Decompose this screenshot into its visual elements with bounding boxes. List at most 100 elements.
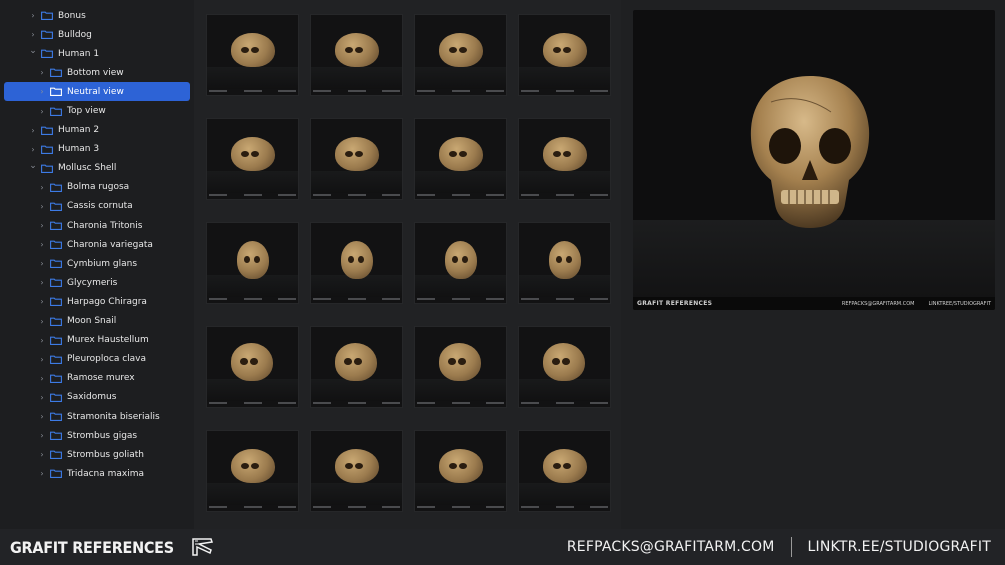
folder-icon: [41, 49, 53, 59]
folder-icon: [50, 183, 62, 192]
tree-item[interactable]: › Stramonita biserialis: [0, 407, 194, 426]
thumbnail[interactable]: [310, 326, 403, 408]
thumbnail[interactable]: [206, 14, 299, 96]
chevron-right-icon[interactable]: ›: [28, 11, 38, 20]
thumbnail-caption: [417, 401, 504, 406]
thumbnail[interactable]: [206, 222, 299, 304]
thumbnail-floor: [311, 67, 402, 89]
tree-item[interactable]: › Charonia Tritonis: [0, 216, 194, 235]
tree-item[interactable]: › Strombus gigas: [0, 426, 194, 445]
chevron-right-icon[interactable]: ›: [37, 393, 47, 402]
tree-item[interactable]: › Cassis cornuta: [0, 197, 194, 216]
chevron-right-icon[interactable]: ›: [28, 126, 38, 135]
tree-item[interactable]: › Human 3: [0, 140, 194, 159]
tree-item[interactable]: › Human 2: [0, 121, 194, 140]
folder-icon: [50, 259, 62, 269]
chevron-right-icon[interactable]: ›: [37, 278, 47, 287]
thumbnail-caption: [209, 297, 296, 302]
chevron-right-icon[interactable]: ›: [28, 30, 38, 39]
tree-item[interactable]: › Top view: [0, 101, 194, 120]
thumbnail[interactable]: [310, 430, 403, 512]
folder-icon: [50, 68, 62, 78]
thumbnail[interactable]: [310, 118, 403, 200]
chevron-right-icon[interactable]: ›: [37, 183, 47, 192]
thumbnail-caption: [313, 505, 400, 510]
chevron-right-icon[interactable]: ›: [37, 221, 47, 230]
thumbnail[interactable]: [414, 118, 507, 200]
tree-item-label: Human 1: [58, 48, 100, 59]
tree-item[interactable]: › Ramose murex: [0, 369, 194, 388]
thumbnail[interactable]: [414, 326, 507, 408]
tree-item[interactable]: › Saxidomus: [0, 388, 194, 407]
folder-icon: [50, 317, 62, 326]
preview-watermark-strip: GRAFIT REFERENCES REFPACKS@GRAFITARM.COM…: [633, 297, 995, 310]
thumbnail[interactable]: [310, 222, 403, 304]
chevron-down-icon[interactable]: ⌄: [28, 46, 38, 56]
thumbnail[interactable]: [518, 222, 611, 304]
chevron-right-icon[interactable]: ›: [37, 412, 47, 421]
thumbnail-caption: [521, 89, 608, 94]
chevron-right-icon[interactable]: ›: [37, 355, 47, 364]
chevron-right-icon[interactable]: ›: [37, 87, 47, 96]
chevron-right-icon[interactable]: ›: [37, 202, 47, 211]
chevron-right-icon[interactable]: ›: [37, 240, 47, 249]
tree-item-label: Strombus goliath: [67, 449, 144, 460]
skull-thumbnail-image: [439, 449, 483, 483]
chevron-right-icon[interactable]: ›: [37, 107, 47, 116]
tree-item[interactable]: › Harpago Chiragra: [0, 292, 194, 311]
folder-icon: [50, 107, 62, 116]
skull-thumbnail-image: [543, 33, 587, 67]
chevron-right-icon[interactable]: ›: [37, 68, 47, 77]
thumbnail[interactable]: [518, 14, 611, 96]
thumbnail[interactable]: [206, 118, 299, 200]
thumbnail-floor: [207, 171, 298, 193]
thumbnail[interactable]: [414, 430, 507, 512]
preview-email: REFPACKS@GRAFITARM.COM: [841, 300, 915, 307]
tree-item-label: Strombus gigas: [67, 430, 138, 441]
thumbnail[interactable]: [414, 222, 507, 304]
tree-item[interactable]: › Murex Haustellum: [0, 331, 194, 350]
tree-item[interactable]: › Neutral view: [4, 82, 190, 102]
thumbnail[interactable]: [414, 14, 507, 96]
tree-item[interactable]: › Strombus goliath: [0, 445, 194, 464]
thumbnail[interactable]: [206, 430, 299, 512]
thumbnail-caption: [313, 401, 400, 406]
folder-icon: [41, 126, 53, 135]
thumbnail[interactable]: [518, 430, 611, 512]
tree-item[interactable]: › Bolma rugosa: [0, 178, 194, 197]
tree-item[interactable]: › Moon Snail: [0, 312, 194, 331]
folder-icon: [50, 278, 62, 288]
tree-item[interactable]: › Charonia variegata: [0, 235, 194, 254]
tree-item[interactable]: › Glycymeris: [0, 273, 194, 292]
chevron-right-icon[interactable]: ›: [37, 297, 47, 306]
footer-brand: GRAFIT REFERENCES: [10, 537, 174, 557]
skull-thumbnail-image: [237, 241, 269, 279]
tree-item[interactable]: › Bulldog: [0, 25, 194, 44]
chevron-right-icon[interactable]: ›: [37, 317, 47, 326]
chevron-down-icon[interactable]: ⌄: [28, 161, 38, 171]
chevron-right-icon[interactable]: ›: [37, 450, 47, 459]
tree-item[interactable]: › Pleuroploca clava: [0, 350, 194, 369]
tree-item[interactable]: ⌄ Mollusc Shell: [0, 159, 194, 178]
tree-item[interactable]: ⌄ Human 1: [0, 44, 194, 63]
brand-logo-icon: [192, 538, 214, 556]
thumbnail[interactable]: [518, 118, 611, 200]
tree-item[interactable]: › Tridacna maxima: [0, 464, 194, 483]
thumbnail-caption: [313, 193, 400, 198]
skull-thumbnail-image: [335, 137, 379, 171]
tree-item[interactable]: › Bonus: [0, 6, 194, 25]
thumbnail[interactable]: [310, 14, 403, 96]
chevron-right-icon[interactable]: ›: [37, 259, 47, 268]
footer-banner: GRAFIT REFERENCES REFPACKS@GRAFITARM.COM…: [0, 529, 1005, 565]
thumbnail[interactable]: [518, 326, 611, 408]
chevron-right-icon[interactable]: ›: [37, 374, 47, 383]
thumbnail[interactable]: [206, 326, 299, 408]
chevron-right-icon[interactable]: ›: [28, 145, 38, 154]
chevron-right-icon[interactable]: ›: [37, 469, 47, 478]
chevron-right-icon[interactable]: ›: [37, 431, 47, 440]
chevron-right-icon[interactable]: ›: [37, 336, 47, 345]
tree-item[interactable]: › Bottom view: [0, 63, 194, 82]
tree-item[interactable]: › Cymbium glans: [0, 254, 194, 273]
tree-item-label: Glycymeris: [67, 277, 118, 288]
skull-thumbnail-image: [231, 33, 275, 67]
